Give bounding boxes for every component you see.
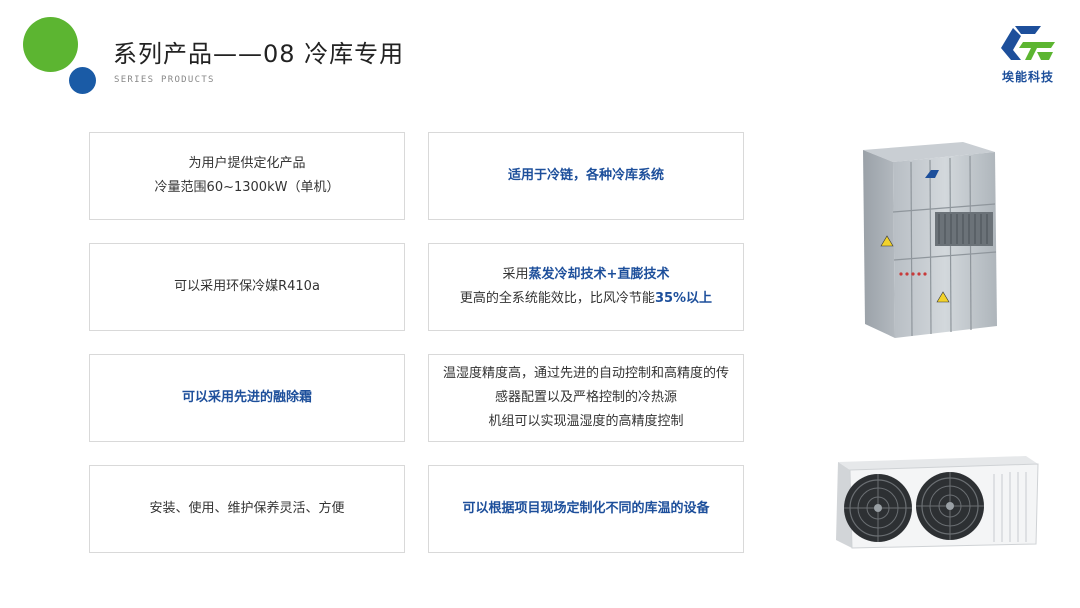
company-logo-icon (1001, 26, 1055, 60)
feature-card-maintenance: 安装、使用、维护保养灵活、方便 (89, 465, 405, 553)
feature-card-precision-control: 温湿度精度高，通过先进的自动控制和高精度的传 感器配置以及严格控制的冷热源 机组… (428, 354, 744, 442)
card-line: 采用蒸发冷却技术+直膨技术 (503, 263, 670, 287)
feature-card-evaporative-cooling: 采用蒸发冷却技术+直膨技术 更高的全系统能效比，比风冷节能35%以上 (428, 243, 744, 331)
card-text: 安装、使用、维护保养灵活、方便 (149, 501, 345, 516)
feature-card-custom-products: 为用户提供定化产品 冷量范围60~1300kW（单机） (89, 132, 405, 220)
card-text: 更高的全系统能效比，比风冷节能 (459, 291, 655, 306)
card-text: 感器配置以及严格控制的冷热源 (494, 390, 677, 405)
company-logo-name: 埃能科技 (1001, 70, 1054, 84)
feature-card-customization: 可以根据项目现场定制化不同的库温的设备 (428, 465, 744, 553)
company-logo: 埃能科技 (993, 22, 1063, 88)
feature-card-defrost: 可以采用先进的融除霜 (89, 354, 405, 442)
feature-card-cold-chain: 适用于冷链，各种冷库系统 (428, 132, 744, 220)
card-text-highlight: 蒸发冷却技术+直膨技术 (528, 267, 670, 282)
decor-blue-circle (69, 67, 96, 94)
decor-green-circle (23, 17, 78, 72)
card-text-highlight: 适用于冷链，各种冷库系统 (507, 168, 664, 183)
page-subtitle: SERIES PRODUCTS (114, 75, 215, 85)
card-text-highlight: 可以采用先进的融除霜 (181, 390, 312, 405)
card-text: 采用 (502, 267, 529, 282)
card-text-highlight: 可以根据项目现场定制化不同的库温的设备 (462, 501, 710, 516)
feature-card-refrigerant: 可以采用环保冷媒R410a (89, 243, 405, 331)
card-text: 温湿度精度高，通过先进的自动控制和高精度的传 (442, 366, 729, 381)
fan-icon (916, 472, 984, 540)
card-text: 为用户提供定化产品 (188, 156, 306, 171)
page-title: 系列产品——08 冷库专用 (113, 40, 405, 68)
card-text: 机组可以实现温湿度的高精度控制 (488, 414, 684, 429)
card-line: 更高的全系统能效比，比风冷节能35%以上 (460, 287, 712, 311)
card-text: 冷量范围60~1300kW（单机） (154, 180, 340, 195)
fan-icon (844, 474, 912, 542)
card-text: 可以采用环保冷媒R410a (174, 279, 320, 294)
cold-room-evaporator-fan-unit-image (836, 456, 1039, 549)
evaporative-condenser-unit-image (863, 142, 997, 338)
card-text-highlight: 35%以上 (654, 291, 713, 306)
